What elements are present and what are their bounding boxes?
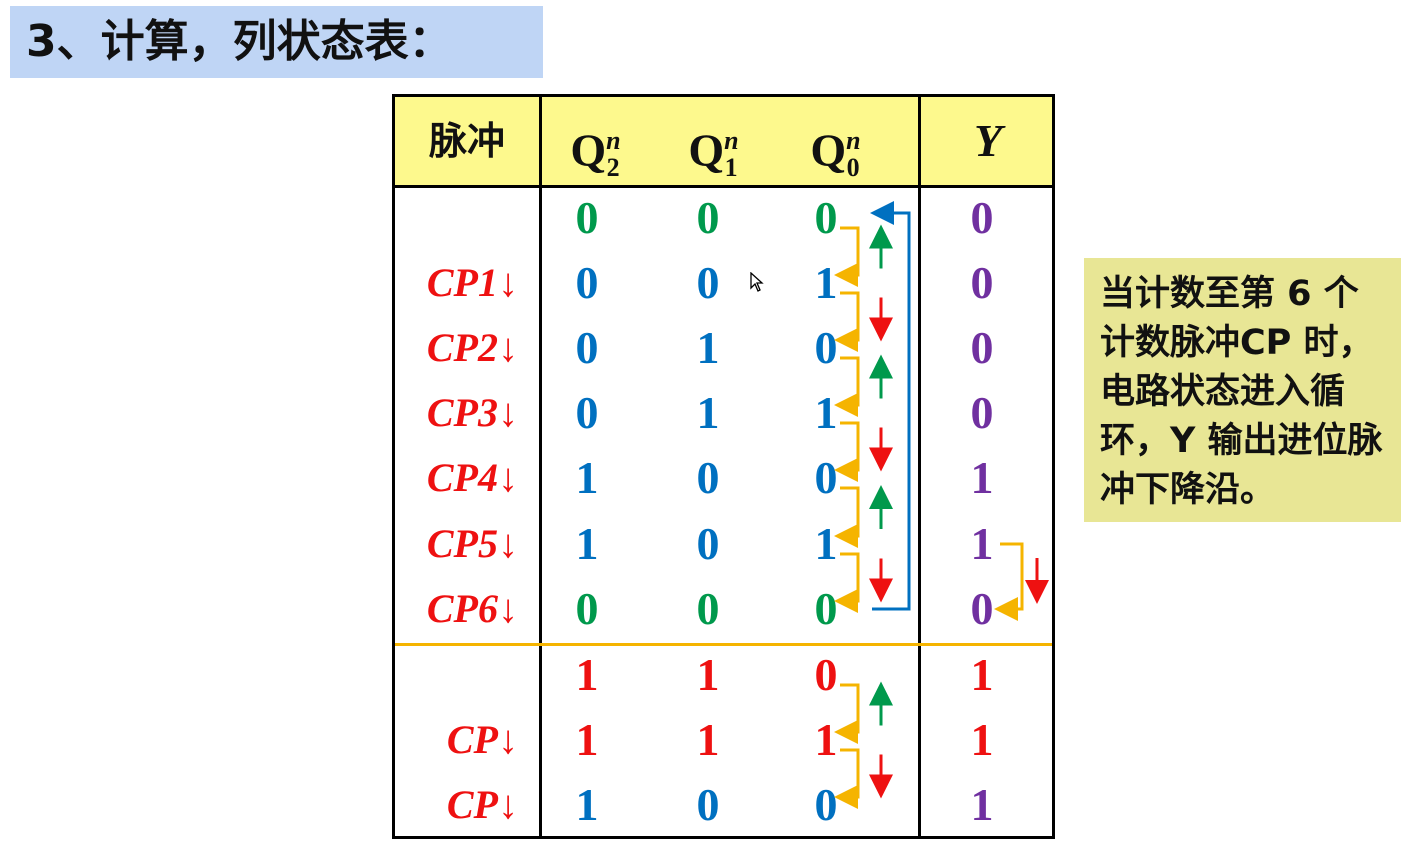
state-cell-q2: 0: [575, 387, 599, 438]
state-cell-q1: 0: [696, 257, 720, 308]
state-cell-q1: 1: [696, 714, 720, 765]
pulse-label: CP6↓: [426, 586, 518, 631]
state-cell-y: 0: [970, 257, 994, 308]
state-cell-y: 0: [970, 387, 994, 438]
state-cell-q2: 1: [575, 518, 599, 569]
state-cell-q2: 1: [575, 779, 599, 830]
column-divider: [918, 97, 921, 836]
state-cell-q0: 0: [814, 583, 838, 634]
state-cell-q1: 1: [696, 649, 720, 700]
state-cell-q1: 0: [696, 518, 720, 569]
pulse-label: CP4↓: [426, 455, 518, 500]
state-cell-q0: 0: [814, 192, 838, 243]
state-cell-q2: 1: [575, 714, 599, 765]
falling-edge-arrow-icon: ↓: [498, 586, 518, 631]
state-cell-q0: 0: [814, 779, 838, 830]
state-cell-q1: 0: [696, 583, 720, 634]
falling-edge-arrow-icon: ↓: [498, 717, 518, 762]
state-cell-q2: 0: [575, 192, 599, 243]
state-cell-q1: 0: [696, 192, 720, 243]
state-cell-q2: 0: [575, 257, 599, 308]
state-cell-q1: 1: [696, 387, 720, 438]
column-divider: [539, 97, 542, 836]
pulse-label: CP5↓: [426, 521, 518, 566]
state-cell-y: 0: [970, 583, 994, 634]
state-cell-q0: 1: [814, 518, 838, 569]
pulse-label: CP3↓: [426, 390, 518, 435]
state-cell-q0: 0: [814, 649, 838, 700]
pulse-label: CP2↓: [426, 325, 518, 370]
pulse-label: CP↓: [446, 717, 518, 762]
state-cell-q0: 1: [814, 387, 838, 438]
explanation-note: 当计数至第 6 个计数脉冲CP 时，电路状态进入循环，Y 输出进位脉冲下降沿。: [1084, 258, 1401, 522]
state-cell-y: 1: [970, 518, 994, 569]
mouse-cursor-icon: [750, 272, 764, 292]
falling-edge-arrow-icon: ↓: [498, 260, 518, 305]
state-cell-q0: 1: [814, 257, 838, 308]
header-q1: Qn1: [688, 124, 739, 182]
unused-states-separator: [395, 643, 1052, 646]
falling-edge-arrow-icon: ↓: [498, 521, 518, 566]
header-y: Y: [973, 115, 1003, 166]
falling-edge-arrow-icon: ↓: [498, 455, 518, 500]
state-cell-y: 1: [970, 779, 994, 830]
header-q0: Qn0: [810, 124, 861, 182]
pulse-label: CP↓: [446, 782, 518, 827]
falling-edge-arrow-icon: ↓: [498, 325, 518, 370]
state-cell-y: 0: [970, 192, 994, 243]
section-title: 3、计算，列状态表：: [10, 6, 543, 78]
header-pulse: 脉冲: [428, 119, 505, 163]
state-cell-q2: 0: [575, 322, 599, 373]
state-cell-q1: 0: [696, 779, 720, 830]
state-cell-y: 1: [970, 452, 994, 503]
state-cell-q1: 1: [696, 322, 720, 373]
state-cell-q2: 1: [575, 649, 599, 700]
state-cell-q1: 0: [696, 452, 720, 503]
falling-edge-arrow-icon: ↓: [498, 782, 518, 827]
state-cell-q0: 1: [814, 714, 838, 765]
state-cell-y: 0: [970, 322, 994, 373]
pulse-label: CP1↓: [426, 260, 518, 305]
state-cell-q2: 0: [575, 583, 599, 634]
state-cell-y: 1: [970, 649, 994, 700]
state-cell-q0: 0: [814, 452, 838, 503]
falling-edge-arrow-icon: ↓: [498, 390, 518, 435]
header-q2: Qn2: [570, 124, 621, 182]
state-cell-q2: 1: [575, 452, 599, 503]
state-cell-q0: 0: [814, 322, 838, 373]
state-cell-y: 1: [970, 714, 994, 765]
